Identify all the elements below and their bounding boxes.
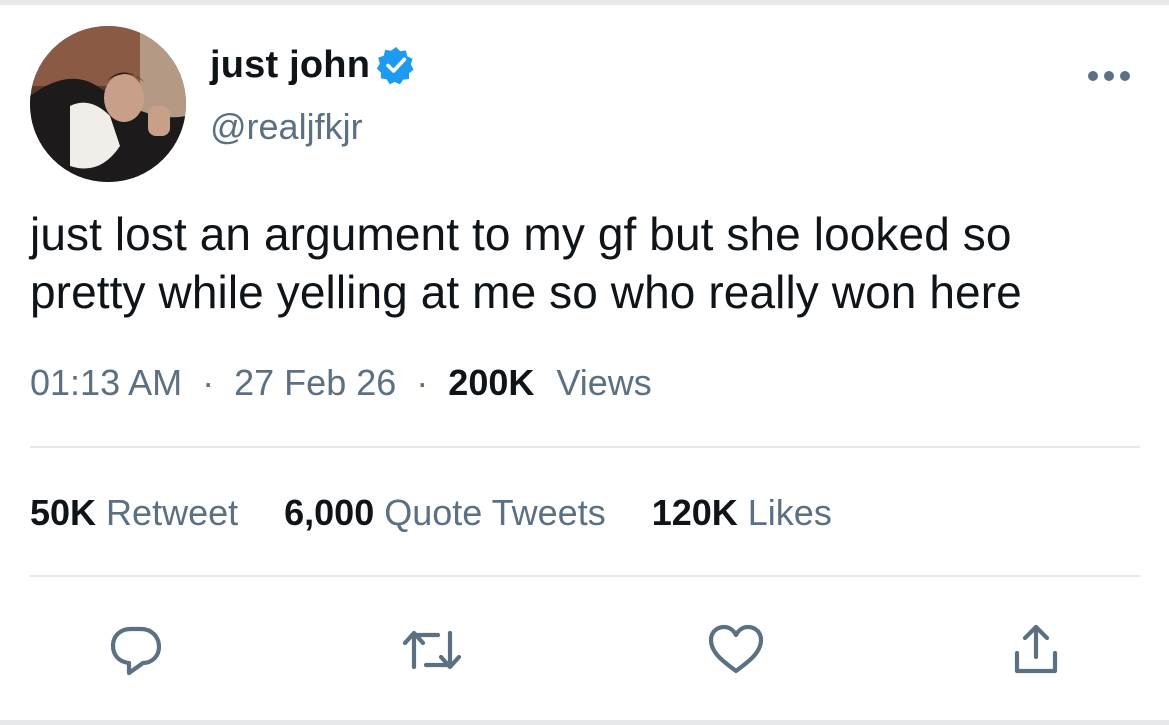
retweet-icon [402, 630, 462, 670]
tweet-date[interactable]: 27 Feb 26 [234, 362, 396, 403]
display-name[interactable]: just john [210, 44, 370, 87]
author-name-row[interactable]: just john [210, 40, 416, 90]
retweets-label: Retweet [106, 492, 239, 533]
retweets-stat[interactable]: 50K Retweet [30, 492, 238, 534]
author-handle[interactable]: @realjfkjr [210, 106, 363, 148]
meta-separator: · [416, 362, 429, 403]
like-button[interactable] [698, 612, 774, 688]
retweet-button[interactable] [394, 612, 470, 688]
divider [30, 575, 1140, 577]
bottom-border [0, 720, 1169, 725]
engagement-stats: 50K Retweet 6,000 Quote Tweets 120K Likes [30, 492, 868, 534]
top-border [0, 0, 1169, 5]
heart-icon [708, 624, 764, 674]
quote-tweets-stat[interactable]: 6,000 Quote Tweets [284, 492, 606, 534]
tweet-text: just lost an argument to my gf but she l… [30, 208, 1022, 318]
reply-icon [110, 626, 162, 676]
likes-count: 120K [651, 492, 738, 533]
verified-badge-icon [376, 47, 414, 85]
divider [30, 446, 1140, 448]
share-button[interactable] [998, 612, 1074, 688]
tweet-time[interactable]: 01:13 AM [30, 362, 182, 403]
tweet-meta: 01:13 AM · 27 Feb 26 · 200K Views [30, 362, 652, 404]
meta-separator: · [202, 362, 215, 403]
more-dots-icon[interactable] [1086, 66, 1132, 86]
reply-button[interactable] [98, 612, 174, 688]
views-count: 200K [448, 362, 535, 403]
likes-stat[interactable]: 120K Likes [652, 492, 832, 534]
share-icon [1014, 624, 1058, 674]
action-bar [0, 612, 1169, 688]
avatar[interactable] [30, 26, 186, 182]
quote-tweets-count: 6,000 [284, 492, 375, 533]
views-label: Views [556, 362, 652, 403]
quote-tweets-label: Quote Tweets [384, 492, 606, 533]
likes-label: Likes [747, 492, 832, 533]
retweets-count: 50K [30, 492, 97, 533]
